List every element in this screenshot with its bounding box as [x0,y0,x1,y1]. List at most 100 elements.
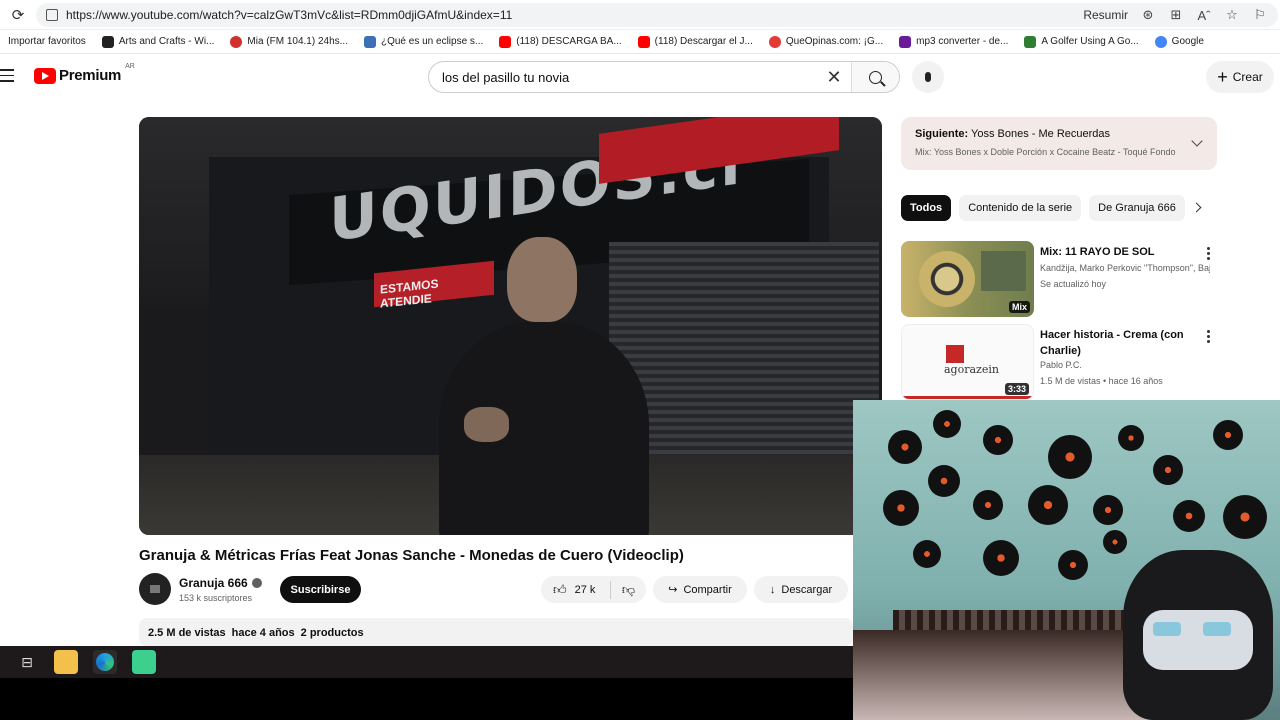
bookmark-item[interactable]: Google [1147,35,1212,48]
webcam-overlay [853,400,1280,720]
duration-badge: 3:33 [1004,383,1029,395]
thumbnail-text: agorazein [944,363,999,376]
chip-series[interactable]: Contenido de la serie [959,195,1082,221]
recommendation-meta: 1.5 M de vistas • hace 16 años [1040,376,1163,386]
bookmark-item[interactable]: A Golfer Using A Go... [1016,35,1146,48]
recommendation-title[interactable]: Hacer historia - Crema (con Charlie) [1040,327,1190,359]
up-next-title: Yoss Bones - Me Recuerdas [971,128,1111,140]
task-view-icon[interactable]: ⊟ [15,650,39,674]
google-favicon-icon [1154,35,1167,48]
app-icon[interactable] [132,650,156,674]
file-explorer-icon[interactable] [54,650,78,674]
recommendation-meta: Se actualizó hoy [1040,279,1107,289]
youtube-favicon-icon [637,35,650,48]
up-next-label: Siguiente: [915,128,969,140]
subscriber-count: 153 k suscriptores [179,593,253,603]
create-label: Crear [1232,70,1263,84]
menu-icon[interactable] [0,69,14,86]
yahoo-favicon-icon [899,35,912,48]
recommendation-item[interactable]: Mix Mix: 11 RAYO DE SOL Kandžija, Marko … [901,241,1217,317]
youtube-favicon-icon [499,35,512,48]
apps-icon[interactable]: ⊞ [1168,7,1184,23]
youtube-header: Premium AR los del pasillo tu novia ✕ + … [0,56,1280,96]
subscribe-button[interactable]: Suscribirse [280,576,361,603]
bookmark-favicon-icon [101,35,114,48]
more-options-icon[interactable] [1207,247,1211,262]
search-box[interactable]: los del pasillo tu novia ✕ [428,61,900,93]
more-options-icon[interactable] [1207,330,1211,345]
windows-taskbar: ⊟ [0,646,854,678]
description-box[interactable]: 2.5 M de vistas hace 4 años 2 productos [139,618,853,646]
like-button[interactable]: 👍︎ 27 k [541,580,611,599]
chip-channel[interactable]: De Granuja 666 [1089,195,1185,221]
search-input[interactable]: los del pasillo tu novia [429,70,817,85]
chip-todos[interactable]: Todos [901,195,952,221]
thumbs-up-icon: 👍︎ [553,581,567,597]
plus-icon: + [1217,67,1228,87]
black-bar [0,678,854,720]
youtube-logo[interactable]: Premium AR [34,63,135,84]
edge-browser-icon[interactable] [93,650,117,674]
video-title: Granuja & Métricas Frías Feat Jonas Sanc… [139,547,684,564]
bookmark-item[interactable]: Arts and Crafts - Wi... [94,35,223,48]
bookmark-item[interactable]: Importar favoritos [0,36,94,47]
share-icon: ↪ [668,584,678,596]
recommendation-channel: Kandžija, Marko Perkovic "Thompson", Baj… [1040,263,1210,273]
recommendation-item[interactable]: agorazein 3:33 Hacer historia - Crema (c… [901,324,1217,400]
bookmark-favicon-icon [1024,35,1037,48]
bookmark-favicon-icon [768,35,781,48]
recommendation-thumbnail[interactable]: agorazein 3:33 [901,324,1034,400]
youtube-play-icon [34,67,56,84]
extensions-icon[interactable]: ⚐ [1252,7,1268,23]
bookmark-item[interactable]: QueOpinas.com: ¡G... [761,35,891,48]
bookmark-item[interactable]: ¿Qué es un eclipse s... [356,35,491,48]
dislike-button[interactable]: 👎︎ [611,582,646,598]
up-next-panel[interactable]: Siguiente: Yoss Bones - Me Recuerdas Mix… [901,117,1217,170]
browser-address-bar: ⟳ https://www.youtube.com/watch?v=calzGw… [0,0,1280,30]
thumbs-down-icon: 👎︎ [621,581,636,597]
bookmark-item[interactable]: (118) DESCARGA BA... [491,35,629,48]
url-text[interactable]: https://www.youtube.com/watch?v=calzGwT3… [66,8,512,22]
video-frame: UQUIDOS.cl ESTAMOS ATENDIE [139,117,882,535]
url-box[interactable]: https://www.youtube.com/watch?v=calzGwT3… [36,3,1278,27]
logo-text: Premium [59,67,122,84]
bookmark-favicon-icon [363,35,376,48]
search-button[interactable] [851,62,899,92]
channel-avatar[interactable] [139,573,171,605]
verified-icon [251,578,262,588]
share-button[interactable]: ↪ Compartir [653,576,747,603]
recommendation-thumbnail[interactable]: Mix [901,241,1034,317]
up-next-subtitle: Mix: Yoss Bones x Doble Porción x Cocain… [915,147,1176,157]
microphone-icon [925,72,931,82]
product-count: 2 productos [300,627,364,639]
view-count: 2.5 M de vistas [148,627,226,639]
translate-icon[interactable]: ⊛ [1140,7,1156,23]
bookmark-item[interactable]: Mia (FM 104.1) 24hs... [222,35,356,48]
bookmark-item[interactable]: (118) Descargar el J... [630,35,761,48]
reload-icon[interactable]: ⟳ [0,6,36,24]
upload-age: hace 4 años [231,627,295,639]
read-aloud-icon[interactable]: Aˆ [1196,8,1212,23]
like-dislike-group: 👍︎ 27 k 👎︎ [541,576,646,603]
filter-chips: Todos Contenido de la serie De Granuja 6… [901,195,1211,221]
like-count: 27 k [574,583,596,596]
bookmark-item[interactable]: mp3 converter - de... [891,35,1016,48]
search-icon [869,70,882,84]
download-button[interactable]: ↓ Descargar [754,576,848,603]
download-icon: ↓ [769,583,776,596]
lock-icon[interactable] [46,9,58,21]
channel-name[interactable]: Granuja 666 [179,576,262,590]
video-player[interactable]: UQUIDOS.cl ESTAMOS ATENDIE [139,117,882,535]
recommendation-channel: Pablo P.C. [1040,360,1082,370]
recommendation-title[interactable]: Mix: 11 RAYO DE SOL [1040,244,1190,260]
bookmarks-bar: Importar favoritos Arts and Crafts - Wi.… [0,30,1280,54]
favorite-star-icon[interactable]: ☆ [1224,7,1240,23]
create-button[interactable]: + Crear [1206,61,1274,93]
bookmark-favicon-icon [230,35,243,48]
clear-search-icon[interactable]: ✕ [817,67,851,88]
voice-search-button[interactable] [912,61,944,93]
video-person [429,231,649,535]
mix-badge: Mix [1008,301,1030,313]
country-code: AR [125,63,135,70]
resume-label[interactable]: Resumir [1083,8,1128,22]
